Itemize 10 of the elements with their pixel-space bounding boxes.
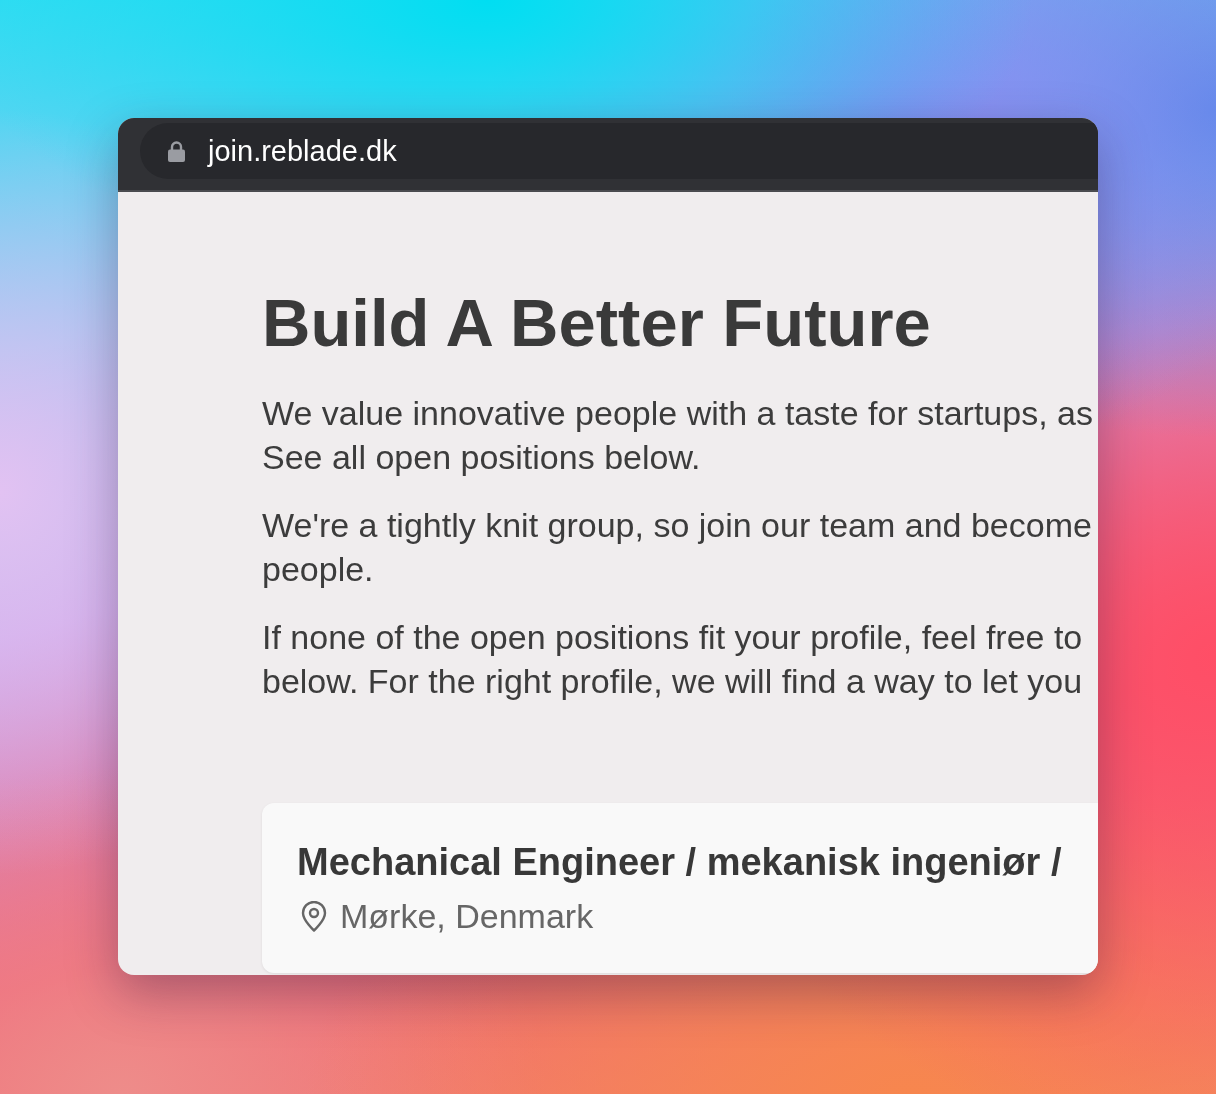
job-card[interactable]: Mechanical Engineer / mekanisk ingeniør / Mørke, Denmark bbox=[262, 803, 1098, 973]
location-pin-icon bbox=[301, 900, 327, 932]
job-title: Mechanical Engineer / mekanisk ingeniør / bbox=[297, 840, 1062, 885]
intro-paragraph: If none of the open positions fit your profile, feel free to below. For the right profile, we will find a way to let you bbox=[262, 617, 1083, 702]
intro-paragraph: We value innovative people with a taste for startups, as See all open positions below. bbox=[262, 393, 1093, 478]
page-heading: Build A Better Future bbox=[262, 284, 931, 362]
intro-paragraph: We're a tightly knit group, so join our team and become people. bbox=[262, 505, 1092, 590]
job-location: Mørke, Denmark bbox=[340, 896, 594, 937]
url-text: join.reblade.dk bbox=[208, 134, 397, 168]
address-bar[interactable]: join.reblade.dk bbox=[140, 123, 1098, 179]
